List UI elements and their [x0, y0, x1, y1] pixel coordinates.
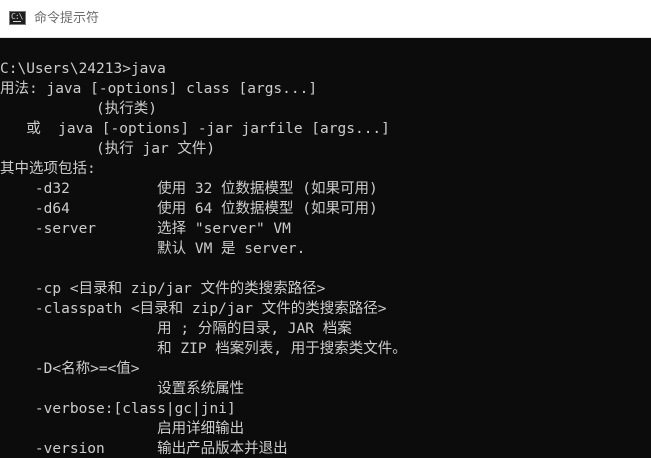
cmd-console-icon: C:\ [9, 11, 26, 25]
console-line: 和 ZIP 档案列表, 用于搜索类文件。 [0, 341, 407, 357]
console-line: 其中选项包括: [0, 161, 96, 177]
console-lines: C:\Users\24213>java 用法: java [-options] … [0, 59, 407, 458]
console-line: -d64 使用 64 位数据模型 (如果可用) [0, 201, 378, 217]
console-line: C:\Users\24213>java [0, 61, 166, 77]
console-line: 或 java [-options] -jar jarfile [args...] [0, 121, 390, 137]
console-line: (执行 jar 文件) [0, 141, 216, 157]
console-line: -version 输出产品版本并退出 [0, 441, 288, 457]
title-bar[interactable]: C:\ 命令提示符 [0, 0, 651, 38]
console-output-area[interactable]: C:\Users\24213>java 用法: java [-options] … [0, 38, 651, 458]
cmd-icon-prompt: C:\ [11, 12, 23, 21]
console-line: 设置系统属性 [0, 381, 245, 397]
console-line: -cp <目录和 zip/jar 文件的类搜索路径> [0, 281, 326, 297]
command-prompt-window: C:\ 命令提示符 C:\Users\24213>java 用法: java [… [0, 0, 651, 458]
console-line: -verbose:[class|gc|jni] [0, 401, 236, 417]
console-line: 启用详细输出 [0, 421, 245, 437]
cmd-icon-cursor [13, 21, 21, 22]
console-line: 默认 VM 是 server. [0, 241, 306, 257]
console-line: -D<名称>=<值> [0, 361, 140, 377]
window-title: 命令提示符 [34, 11, 100, 26]
console-line: (执行类) [0, 101, 157, 117]
console-line: -d32 使用 32 位数据模型 (如果可用) [0, 181, 378, 197]
console-line: -classpath <目录和 zip/jar 文件的类搜索路径> [0, 301, 387, 317]
console-line: 用法: java [-options] class [args...] [0, 81, 318, 97]
console-line: 用 ; 分隔的目录, JAR 档案 [0, 321, 352, 337]
console-line: -server 选择 "server" VM [0, 221, 291, 237]
